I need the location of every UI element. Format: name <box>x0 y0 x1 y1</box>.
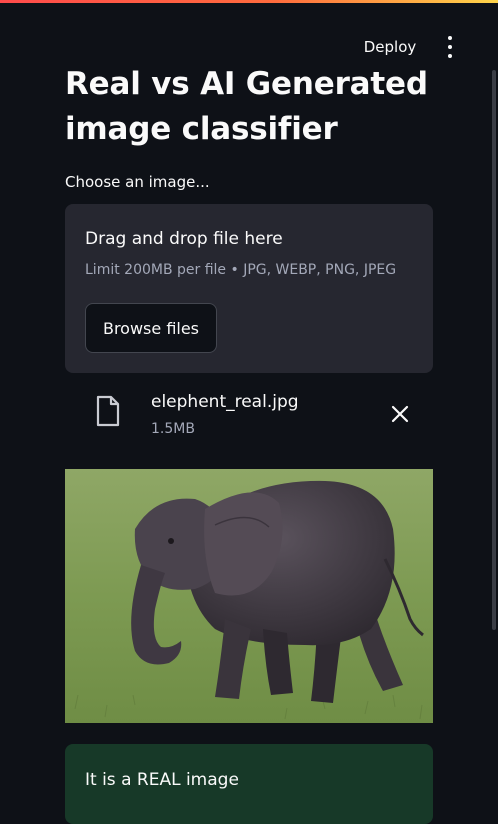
elephant-photo <box>65 469 433 723</box>
menu-dot <box>448 36 452 40</box>
scrollbar[interactable] <box>492 70 496 630</box>
uploader-label: Choose an image... <box>65 173 210 191</box>
kebab-menu-icon[interactable] <box>440 36 460 58</box>
uploaded-file-size: 1.5MB <box>151 421 195 437</box>
file-icon <box>96 395 120 427</box>
file-dropzone[interactable]: Drag and drop file here Limit 200MB per … <box>65 204 433 373</box>
deploy-button[interactable]: Deploy <box>356 31 424 63</box>
close-icon[interactable] <box>389 403 411 425</box>
menu-dot <box>448 45 452 49</box>
prediction-result-text: It is a REAL image <box>85 770 239 790</box>
prediction-success-alert: It is a REAL image <box>65 744 433 824</box>
dropzone-title: Drag and drop file here <box>85 229 283 249</box>
dropzone-limit-text: Limit 200MB per file • JPG, WEBP, PNG, J… <box>85 262 397 278</box>
uploaded-image-preview <box>65 469 433 723</box>
uploaded-file-name: elephent_real.jpg <box>151 392 299 412</box>
browse-files-button[interactable]: Browse files <box>85 303 217 353</box>
page-title: Real vs AI Generated image classifier <box>65 66 428 147</box>
uploaded-file-row: elephent_real.jpg 1.5MB <box>65 385 433 441</box>
menu-dot <box>448 54 452 58</box>
app-header: Deploy <box>0 3 498 63</box>
